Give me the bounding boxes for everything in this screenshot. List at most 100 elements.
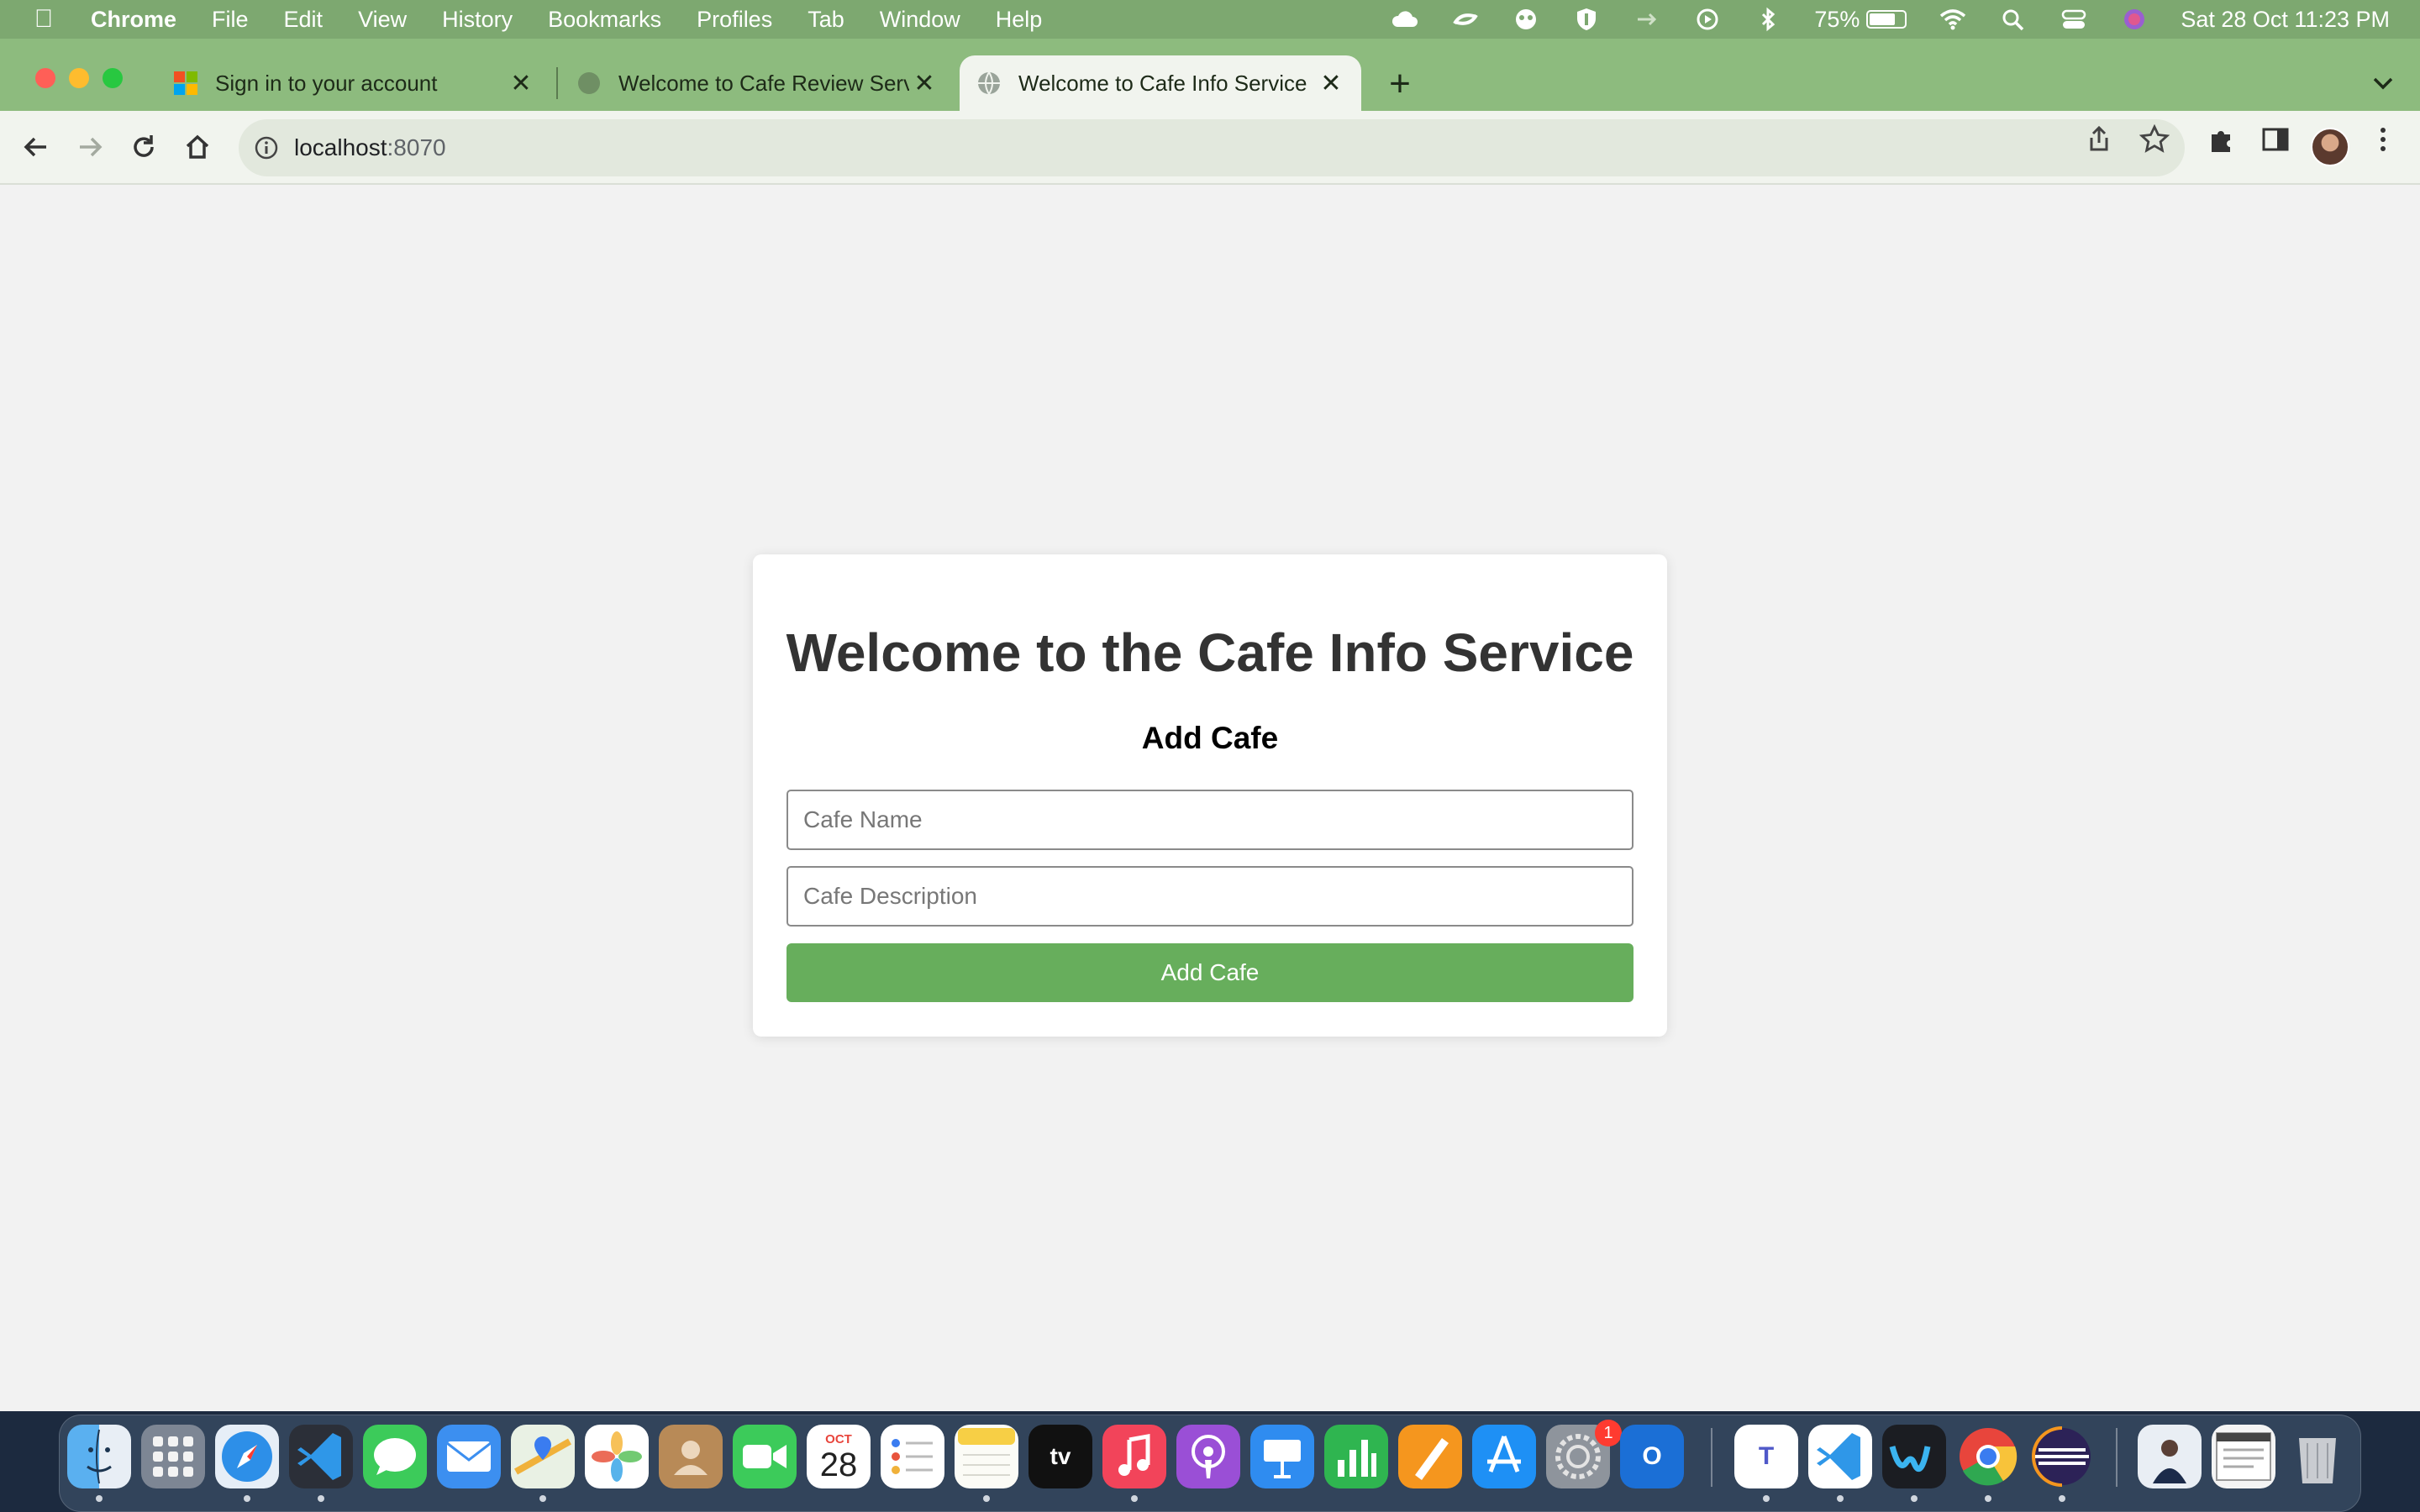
site-info-icon[interactable] [254, 135, 279, 160]
vscode-icon[interactable] [289, 1425, 353, 1488]
menu-view[interactable]: View [358, 7, 407, 33]
back-button[interactable] [15, 126, 57, 168]
menu-profiles[interactable]: Profiles [697, 7, 772, 33]
more-menu-icon[interactable] [2368, 124, 2398, 155]
tv-label: tv [1050, 1443, 1071, 1469]
running-indicator [2059, 1495, 2065, 1502]
siri-icon[interactable] [2120, 7, 2149, 32]
reload-button[interactable] [123, 126, 165, 168]
eclipse-icon[interactable] [2030, 1425, 2094, 1488]
wifi-icon[interactable] [1939, 7, 1967, 32]
reminders-icon[interactable] [881, 1425, 944, 1488]
eye-icon[interactable] [1512, 7, 1540, 32]
tab-search-chevron-icon[interactable] [2366, 64, 2400, 102]
url-port: :8070 [387, 134, 446, 160]
menu-bookmarks[interactable]: Bookmarks [548, 7, 661, 33]
menu-history[interactable]: History [442, 7, 513, 33]
running-indicator [1131, 1495, 1138, 1502]
menu-edit[interactable]: Edit [284, 7, 324, 33]
play-icon[interactable] [1693, 7, 1722, 32]
microsoft-icon [174, 71, 197, 95]
tab-cafe-review[interactable]: Welcome to Cafe Review Service ✕ [560, 55, 955, 111]
outlook-icon[interactable]: O [1620, 1425, 1684, 1488]
cloud-icon[interactable] [1391, 7, 1419, 32]
forward-button[interactable] [69, 126, 111, 168]
status-area: 75% Sat 28 Oct 11:23 PM [1391, 0, 2390, 39]
running-indicator [1911, 1495, 1918, 1502]
document-icon[interactable] [2212, 1425, 2275, 1488]
facetime-icon[interactable] [733, 1425, 797, 1488]
outlook-letter: O [1642, 1442, 1662, 1470]
globe-icon [578, 72, 600, 94]
running-indicator [244, 1495, 250, 1502]
running-indicator [539, 1495, 546, 1502]
url-host: localhost [294, 134, 387, 160]
portrait-icon[interactable] [2138, 1425, 2202, 1488]
spotlight-icon[interactable] [1999, 7, 2028, 32]
pages-icon[interactable] [1398, 1425, 1462, 1488]
teams-icon[interactable]: T [1734, 1425, 1798, 1488]
dock-divider [2116, 1428, 2118, 1487]
numbers-icon[interactable] [1324, 1425, 1388, 1488]
shield-icon[interactable] [1572, 7, 1601, 32]
tab-cafe-info[interactable]: Welcome to Cafe Info Service ✕ [960, 55, 1361, 111]
window-minimize-button[interactable] [69, 68, 89, 88]
podcasts-icon[interactable] [1176, 1425, 1240, 1488]
messages-icon[interactable] [363, 1425, 427, 1488]
profile-avatar[interactable] [2311, 128, 2349, 166]
cafe-description-input[interactable] [786, 866, 1634, 927]
tab-close-icon[interactable]: ✕ [909, 69, 939, 98]
calendar-icon[interactable]: OCT 28 [807, 1425, 871, 1488]
finder-icon[interactable] [67, 1425, 131, 1488]
contacts-icon[interactable] [659, 1425, 723, 1488]
new-tab-button[interactable]: + [1383, 62, 1417, 106]
maps-icon[interactable] [511, 1425, 575, 1488]
trash-icon[interactable] [2286, 1425, 2349, 1488]
webex-icon[interactable] [1882, 1425, 1946, 1488]
home-icon [186, 134, 209, 159]
tv-icon[interactable]: tv [1028, 1425, 1092, 1488]
home-button[interactable] [176, 126, 218, 168]
notes-icon[interactable] [955, 1425, 1018, 1488]
battery-indicator[interactable]: 75% [1814, 7, 1907, 33]
music-icon[interactable] [1102, 1425, 1166, 1488]
add-cafe-button[interactable]: Add Cafe [786, 943, 1634, 1002]
cafe-name-input[interactable] [786, 790, 1634, 850]
window-close-button[interactable] [35, 68, 55, 88]
launchpad-icon[interactable] [141, 1425, 205, 1488]
menu-tab[interactable]: Tab [808, 7, 844, 33]
menu-file[interactable]: File [212, 7, 249, 33]
menu-app-name[interactable]: Chrome [91, 7, 176, 33]
bookmark-star-icon[interactable] [2139, 124, 2170, 155]
chrome-icon[interactable] [1956, 1425, 2020, 1488]
menu-window[interactable]: Window [880, 7, 960, 33]
extensions-icon[interactable] [2207, 124, 2237, 155]
photos-icon[interactable] [585, 1425, 649, 1488]
control-center-icon[interactable] [2060, 7, 2088, 32]
menubar-clock[interactable]: Sat 28 Oct 11:23 PM [2181, 7, 2390, 33]
window-zoom-button[interactable] [103, 68, 123, 88]
tab-close-icon[interactable]: ✕ [1316, 69, 1346, 98]
sync-icon[interactable] [1451, 7, 1480, 32]
vscode-icon[interactable] [1808, 1425, 1872, 1488]
running-indicator [1985, 1495, 1991, 1502]
add-cafe-card: Welcome to the Cafe Info Service Add Caf… [753, 554, 1667, 1037]
tab-close-icon[interactable]: ✕ [506, 69, 536, 98]
side-panel-icon[interactable] [2260, 124, 2291, 155]
running-indicator [983, 1495, 990, 1502]
address-bar[interactable]: localhost:8070 [239, 119, 2185, 176]
safari-icon[interactable] [215, 1425, 279, 1488]
share-icon[interactable] [2084, 124, 2114, 155]
tab-sign-in[interactable]: Sign in to your account ✕ [156, 55, 551, 111]
app-store-icon[interactable] [1472, 1425, 1536, 1488]
bluetooth-icon[interactable] [1754, 7, 1782, 32]
apple-menu-icon[interactable]:  [27, 5, 60, 34]
arrow-icon[interactable] [1633, 7, 1661, 32]
menu-help[interactable]: Help [996, 7, 1043, 33]
battery-icon [1866, 10, 1907, 29]
mail-icon[interactable] [437, 1425, 501, 1488]
running-indicator [96, 1495, 103, 1502]
reload-icon [134, 135, 154, 157]
keynote-icon[interactable] [1250, 1425, 1314, 1488]
tab-title: Welcome to Cafe Info Service [1018, 70, 1307, 96]
